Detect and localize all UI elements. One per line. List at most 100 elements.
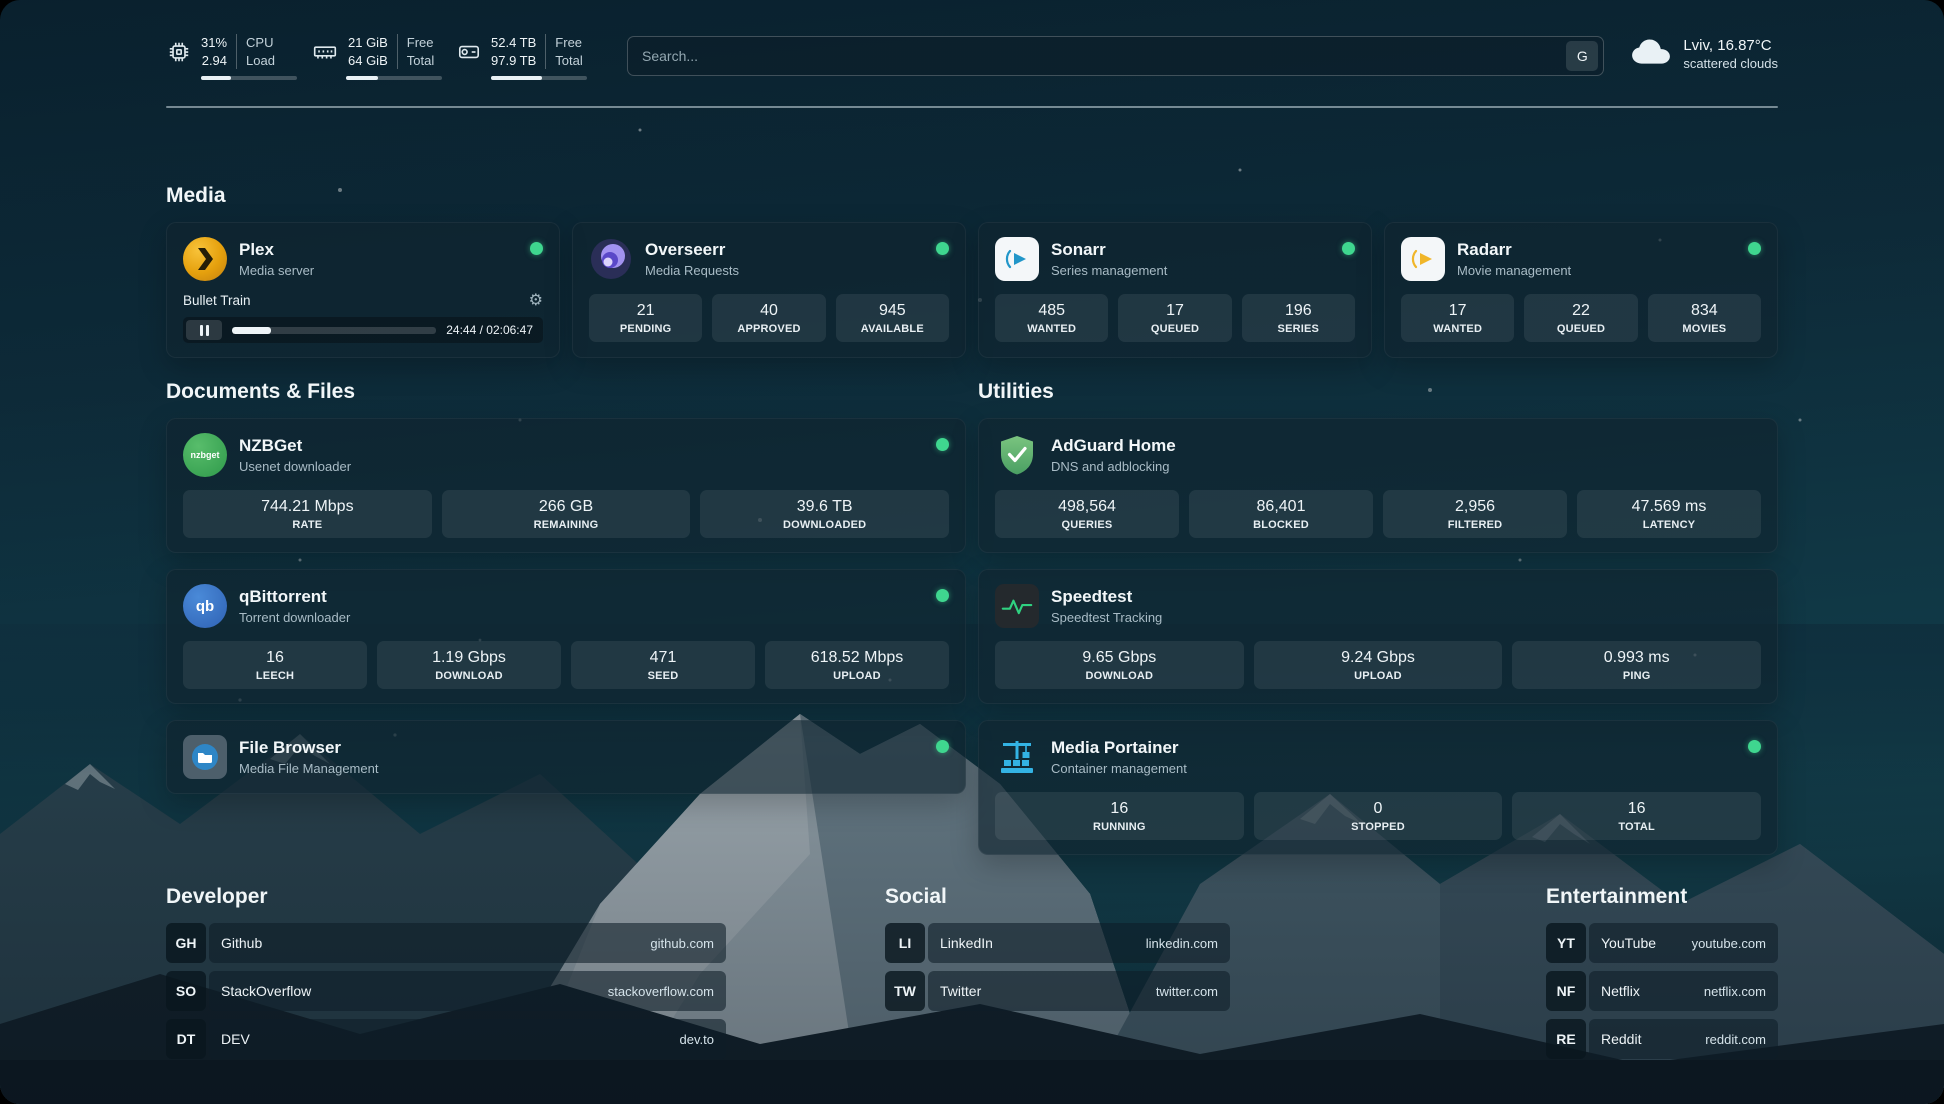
- app-name: File Browser: [239, 738, 378, 758]
- section-utilities: Utilities AdGuard Home: [978, 380, 1778, 871]
- bookmark-reddit[interactable]: RE Reddit reddit.com: [1546, 1019, 1778, 1059]
- bookmark-group-developer: Developer GH Github github.com SO StackO…: [166, 885, 726, 1067]
- now-playing-title: Bullet Train: [183, 293, 251, 308]
- stat-leech: 16 LEECH: [183, 641, 367, 689]
- search-engine-button[interactable]: G: [1566, 41, 1598, 71]
- stat-available: 945 AVAILABLE: [836, 294, 949, 342]
- search-bar[interactable]: G: [627, 36, 1604, 76]
- bookmark-youtube[interactable]: YT YouTube youtube.com: [1546, 923, 1778, 963]
- bookmark-dev-to[interactable]: DT DEV dev.to: [166, 1019, 726, 1059]
- bookmark-linkedin[interactable]: LI LinkedIn linkedin.com: [885, 923, 1230, 963]
- app-desc: Usenet downloader: [239, 459, 351, 474]
- top-bar: 31% 2.94 CPU Load: [166, 34, 1778, 80]
- bookmark-stackoverflow[interactable]: SO StackOverflow stackoverflow.com: [166, 971, 726, 1011]
- app-card-radarr[interactable]: Radarr Movie management 17 WANTED 22 QUE…: [1384, 222, 1778, 358]
- dashboard-screen: 31% 2.94 CPU Load: [0, 0, 1944, 1104]
- twitter-icon: TW: [885, 971, 925, 1011]
- app-desc: Speedtest Tracking: [1051, 610, 1162, 625]
- bookmark-name: Netflix: [1601, 983, 1640, 999]
- status-online-dot: [530, 242, 543, 255]
- stat-blocked: 86,401 BLOCKED: [1189, 490, 1373, 538]
- weather-location: Lviv, 16.87°C: [1683, 37, 1778, 54]
- header-divider: [166, 106, 1778, 108]
- app-name: Radarr: [1457, 240, 1571, 260]
- stat-downloaded: 39.6 TB DOWNLOADED: [700, 490, 949, 538]
- app-card-nzbget[interactable]: nzbget NZBGet Usenet downloader 744.21 M…: [166, 418, 966, 553]
- stat-running: 16 RUNNING: [995, 792, 1244, 840]
- app-card-adguard[interactable]: AdGuard Home DNS and adblocking 498,564 …: [978, 418, 1778, 553]
- app-desc: Container management: [1051, 761, 1187, 776]
- stat-total: 16 TOTAL: [1512, 792, 1761, 840]
- bookmark-url: stackoverflow.com: [608, 984, 714, 999]
- app-card-plex[interactable]: Plex Media server Bullet Train ⚙: [166, 222, 560, 358]
- bookmark-url: youtube.com: [1692, 936, 1766, 951]
- app-card-portainer[interactable]: Media Portainer Container management 16 …: [978, 720, 1778, 855]
- nzbget-icon: nzbget: [183, 433, 227, 477]
- app-desc: Media File Management: [239, 761, 378, 776]
- disk-icon: [456, 39, 482, 65]
- sonarr-icon: [995, 237, 1039, 281]
- app-card-sonarr[interactable]: Sonarr Series management 485 WANTED 17 Q…: [978, 222, 1372, 358]
- gear-icon[interactable]: ⚙: [529, 292, 543, 308]
- app-desc: Movie management: [1457, 263, 1571, 278]
- app-desc: Torrent downloader: [239, 610, 350, 625]
- app-name: qBittorrent: [239, 587, 350, 607]
- bookmark-url: twitter.com: [1156, 984, 1218, 999]
- stat-queued: 22 QUEUED: [1524, 294, 1637, 342]
- weather-condition: scattered clouds: [1683, 56, 1778, 71]
- bookmark-netflix[interactable]: NF Netflix netflix.com: [1546, 971, 1778, 1011]
- status-online-dot: [936, 740, 949, 753]
- section-title-media: Media: [166, 184, 1778, 208]
- app-name: Plex: [239, 240, 314, 260]
- bookmark-group-entertainment: Entertainment YT YouTube youtube.com NF …: [1546, 885, 1778, 1067]
- status-online-dot: [936, 589, 949, 602]
- pause-button[interactable]: [186, 320, 222, 340]
- stat-approved: 40 APPROVED: [712, 294, 825, 342]
- ram-progress-bar: [346, 76, 442, 80]
- portainer-icon: [995, 735, 1039, 779]
- cpu-values: 31% 2.94: [201, 34, 227, 69]
- playback-time: 24:44 / 02:06:47: [446, 323, 533, 337]
- app-card-filebrowser[interactable]: File Browser Media File Management: [166, 720, 966, 794]
- app-desc: DNS and adblocking: [1051, 459, 1176, 474]
- search-input[interactable]: [642, 48, 1566, 64]
- cpu-widget: 31% 2.94 CPU Load: [166, 34, 297, 80]
- app-card-speedtest[interactable]: Speedtest Speedtest Tracking 9.65 Gbps D…: [978, 569, 1778, 704]
- youtube-icon: YT: [1546, 923, 1586, 963]
- reddit-icon: RE: [1546, 1019, 1586, 1059]
- app-name: Speedtest: [1051, 587, 1162, 607]
- app-card-overseerr[interactable]: Overseerr Media Requests 21 PENDING 40 A…: [572, 222, 966, 358]
- app-name: NZBGet: [239, 436, 351, 456]
- app-card-qbittorrent[interactable]: qb qBittorrent Torrent downloader 16 LEE…: [166, 569, 966, 704]
- stat-wanted: 17 WANTED: [1401, 294, 1514, 342]
- stat-upload: 618.52 Mbps UPLOAD: [765, 641, 949, 689]
- status-online-dot: [936, 242, 949, 255]
- ram-widget: 21 GiB 64 GiB Free Total: [311, 34, 442, 80]
- bookmark-url: reddit.com: [1705, 1032, 1766, 1047]
- bookmark-name: YouTube: [1601, 935, 1656, 951]
- stat-remaining: 266 GB REMAINING: [442, 490, 691, 538]
- section-title-entertainment: Entertainment: [1546, 885, 1778, 909]
- radarr-icon: [1401, 237, 1445, 281]
- stat-queries: 498,564 QUERIES: [995, 490, 1179, 538]
- netflix-icon: NF: [1546, 971, 1586, 1011]
- bookmark-url: dev.to: [680, 1032, 714, 1047]
- stat-download: 9.65 Gbps DOWNLOAD: [995, 641, 1244, 689]
- bookmark-group-social: Social LI LinkedIn linkedin.com TW Twitt…: [885, 885, 1230, 1067]
- app-name: AdGuard Home: [1051, 436, 1176, 456]
- stat-seed: 471 SEED: [571, 641, 755, 689]
- app-desc: Media server: [239, 263, 314, 278]
- bookmark-name: StackOverflow: [221, 983, 311, 999]
- status-online-dot: [936, 438, 949, 451]
- weather-widget: Lviv, 16.87°C scattered clouds: [1630, 36, 1778, 71]
- playback-progress-track[interactable]: [232, 327, 436, 334]
- bookmark-url: linkedin.com: [1146, 936, 1218, 951]
- status-online-dot: [1342, 242, 1355, 255]
- bookmark-twitter[interactable]: TW Twitter twitter.com: [885, 971, 1230, 1011]
- stackoverflow-icon: SO: [166, 971, 206, 1011]
- section-title-documents: Documents & Files: [166, 380, 966, 404]
- bookmark-github[interactable]: GH Github github.com: [166, 923, 726, 963]
- cloud-icon: [1630, 36, 1672, 71]
- stat-movies: 834 MOVIES: [1648, 294, 1761, 342]
- app-name: Sonarr: [1051, 240, 1167, 260]
